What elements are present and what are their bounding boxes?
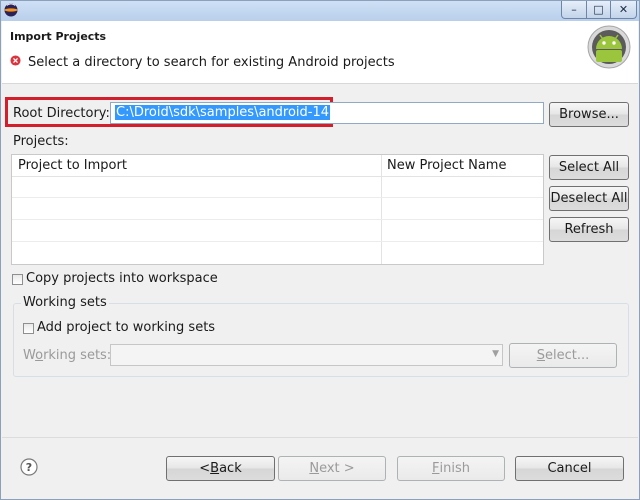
column-header-project-to-import[interactable]: Project to Import	[18, 158, 127, 173]
svg-text:?: ?	[26, 461, 32, 474]
table-row	[12, 198, 543, 220]
add-to-working-sets-label[interactable]: Add project to working sets	[37, 320, 215, 335]
maximize-button[interactable]: □	[586, 1, 611, 19]
eclipse-icon	[4, 3, 18, 17]
next-button[interactable]: Next >	[278, 456, 386, 481]
copy-projects-checkbox[interactable]	[12, 274, 23, 285]
finish-button[interactable]: Finish	[397, 456, 505, 481]
projects-label: Projects:	[13, 134, 69, 149]
cancel-button[interactable]: Cancel	[515, 456, 624, 481]
help-icon[interactable]: ?	[20, 458, 38, 476]
import-projects-window: – □ ✕ Import Projects Select a directory…	[0, 0, 640, 500]
projects-table-header: Project to Import New Project Name	[12, 155, 543, 177]
table-row	[12, 242, 543, 264]
column-header-new-project-name[interactable]: New Project Name	[387, 158, 506, 173]
error-icon	[10, 55, 21, 66]
back-button[interactable]: < Back	[166, 456, 275, 481]
page-title: Import Projects	[10, 30, 107, 43]
root-directory-value: C:\Droid\sdk\samples\android-14	[115, 105, 331, 120]
chevron-down-icon: ▼	[492, 349, 499, 359]
projects-table[interactable]: Project to Import New Project Name	[11, 154, 544, 265]
add-to-working-sets-checkbox[interactable]	[23, 323, 34, 334]
table-row	[12, 176, 543, 198]
table-row	[12, 220, 543, 242]
select-all-button[interactable]: Select All	[549, 155, 629, 180]
wizard-header: Import Projects Select a directory to se…	[2, 21, 638, 84]
footer-divider	[2, 437, 638, 438]
close-button[interactable]: ✕	[610, 1, 637, 19]
android-logo	[587, 25, 631, 69]
status-message: Select a directory to search for existin…	[28, 55, 395, 70]
deselect-all-button[interactable]: Deselect All	[549, 186, 629, 211]
working-sets-field-label: Working sets:	[23, 348, 112, 363]
working-sets-combo[interactable]: ▼	[110, 344, 503, 366]
title-bar[interactable]: – □ ✕	[1, 1, 639, 21]
copy-projects-label[interactable]: Copy projects into workspace	[26, 271, 218, 286]
root-directory-label: Root Directory:	[13, 106, 110, 121]
refresh-button[interactable]: Refresh	[549, 217, 629, 242]
browse-button[interactable]: Browse...	[549, 102, 629, 127]
minimize-button[interactable]: –	[561, 1, 587, 19]
select-working-sets-button[interactable]: Select...	[509, 343, 617, 368]
working-sets-group-title: Working sets	[21, 295, 109, 310]
root-directory-input[interactable]: C:\Droid\sdk\samples\android-14	[110, 102, 544, 124]
